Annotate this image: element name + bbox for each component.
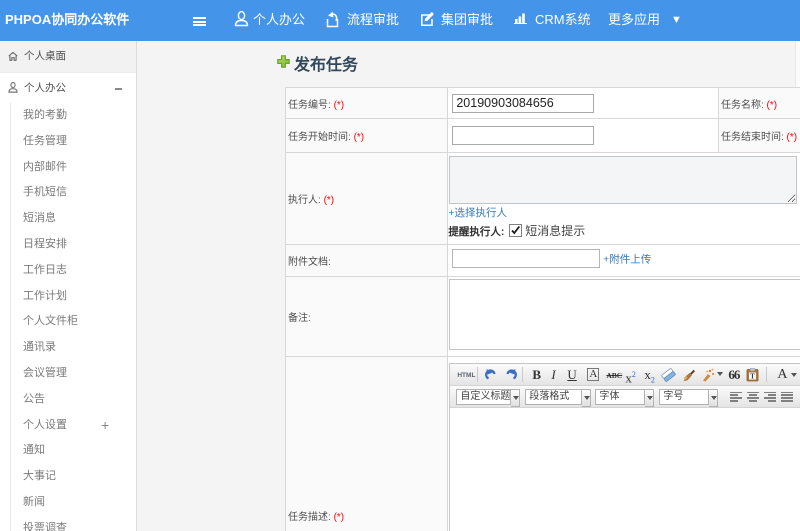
- svg-text:T: T: [751, 372, 756, 380]
